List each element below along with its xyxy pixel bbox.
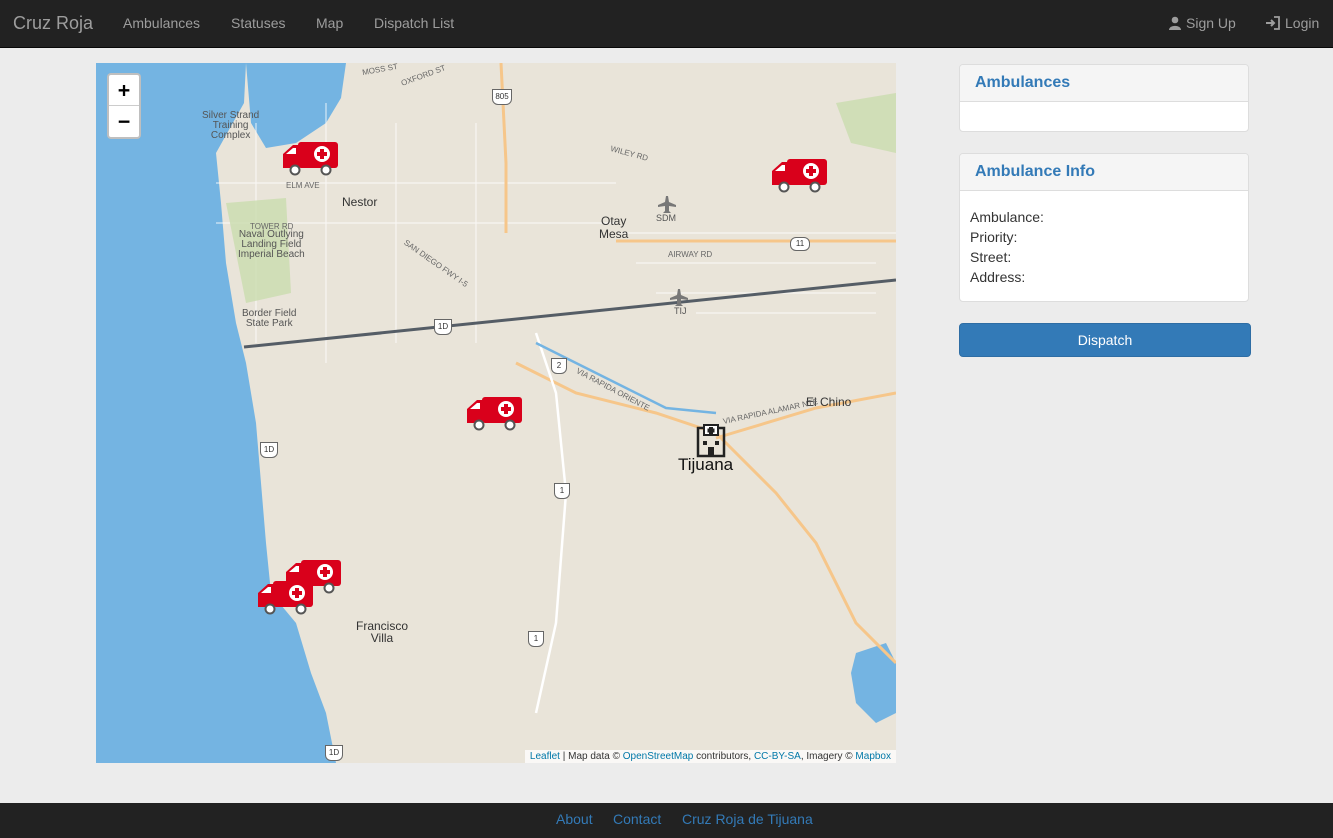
leaflet-link[interactable]: Leaflet: [530, 751, 560, 762]
nav-statuses[interactable]: Statuses: [231, 15, 285, 31]
info-street-label: Street:: [970, 249, 1012, 265]
map-label-otay-mesa: Otay Mesa: [599, 214, 629, 241]
map-label-tijuana: Tijuana: [678, 455, 734, 474]
signup-label: Sign Up: [1186, 15, 1236, 31]
dispatch-button[interactable]: Dispatch: [959, 323, 1251, 357]
osm-link[interactable]: OpenStreetMap: [623, 751, 694, 762]
footer-about-link[interactable]: About: [556, 811, 593, 827]
attribution-text: contributors,: [693, 751, 754, 762]
highway-shield-1: 1: [528, 631, 544, 647]
ambulance-info-panel: Ambulance Info Ambulance: Priority: Stre…: [959, 153, 1249, 302]
attribution-text: | Map data ©: [559, 751, 623, 762]
map-label-sdm: SDM: [656, 213, 676, 223]
map-attribution: Leaflet | Map data © OpenStreetMap contr…: [524, 750, 896, 763]
footer-org-link[interactable]: Cruz Roja de Tijuana: [682, 811, 813, 827]
mapbox-link[interactable]: Mapbox: [855, 751, 891, 762]
map-label-francisco-villa: Francisco Villa: [356, 619, 409, 645]
attribution-text: , Imagery ©: [800, 751, 856, 762]
map-label-elm-ave: ELM AVE: [286, 181, 320, 190]
highway-shield-805: 805: [492, 89, 512, 105]
map-label-border-field: Border Field State Park: [242, 308, 297, 329]
footer: About Contact Cruz Roja de Tijuana: [0, 803, 1333, 838]
highway-shield-11: 11: [790, 237, 810, 251]
login-link[interactable]: Login: [1265, 15, 1319, 31]
zoom-out-button[interactable]: −: [109, 106, 139, 136]
zoom-in-button[interactable]: +: [109, 75, 139, 106]
nav-map[interactable]: Map: [316, 15, 343, 31]
navbar: Cruz Roja Ambulances Statuses Map Dispat…: [0, 0, 1333, 48]
highway-shield-1: 1: [554, 483, 570, 499]
highway-shield-1d: 1D: [325, 745, 343, 761]
highway-shield-2: 2: [551, 358, 567, 374]
zoom-control: + −: [107, 73, 141, 139]
map-label-naval: Naval Outlying Landing Field Imperial Be…: [238, 229, 305, 260]
nav-dispatch-list[interactable]: Dispatch List: [374, 15, 454, 31]
login-label: Login: [1285, 15, 1320, 31]
ambulances-panel: Ambulances: [959, 64, 1249, 132]
map-label-tij: TIJ: [674, 306, 687, 316]
highway-shield-1d: 1D: [260, 442, 278, 458]
info-priority-label: Priority:: [970, 229, 1018, 245]
user-icon: [1169, 16, 1181, 30]
ambulances-panel-title: Ambulances: [960, 65, 1248, 102]
signup-link[interactable]: Sign Up: [1168, 15, 1236, 31]
info-ambulance-label: Ambulance:: [970, 209, 1044, 225]
map[interactable]: Silver Strand Training Complex Nestor Ot…: [96, 63, 896, 763]
map-label-silver-strand: Silver Strand Training Complex: [202, 110, 260, 141]
map-label-nestor: Nestor: [342, 195, 378, 209]
map-label-airway-rd: AIRWAY RD: [668, 250, 713, 259]
info-address-label: Address:: [970, 269, 1026, 285]
license-link[interactable]: CC-BY-SA: [754, 751, 801, 762]
highway-shield-1d: 1D: [434, 319, 452, 335]
brand-link[interactable]: Cruz Roja: [13, 13, 93, 34]
ambulance-info-title: Ambulance Info: [960, 154, 1248, 191]
map-label-tower-rd: TOWER RD: [250, 222, 294, 231]
nav-ambulances[interactable]: Ambulances: [123, 15, 200, 31]
login-icon: [1266, 16, 1280, 30]
footer-contact-link[interactable]: Contact: [613, 811, 661, 827]
